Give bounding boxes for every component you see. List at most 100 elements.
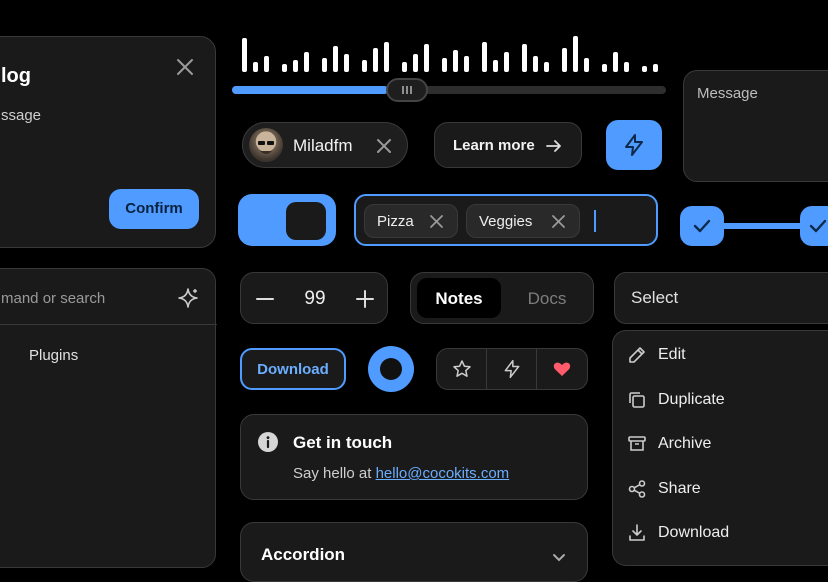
step-checkbox[interactable] (800, 206, 828, 246)
command-search[interactable]: mand or search (0, 269, 217, 325)
email-link[interactable]: hello@cocokits.com (376, 465, 510, 482)
chevron-down-icon (549, 547, 569, 567)
waveform-bar (482, 42, 487, 72)
waveform-bar (533, 56, 538, 72)
check-icon (692, 216, 712, 236)
waveform-bar (653, 64, 658, 72)
text-cursor (594, 210, 596, 232)
waveform-bar (373, 48, 378, 72)
slider-fill (232, 86, 389, 94)
waveform-bar (282, 64, 287, 72)
waveform (236, 30, 666, 80)
info-icon (257, 431, 279, 453)
radio-button[interactable] (368, 346, 414, 392)
stepper-line (720, 223, 810, 229)
waveform-bar (384, 42, 389, 72)
tag-remove-icon[interactable] (551, 214, 566, 229)
menu-item-share[interactable]: Share (613, 469, 828, 509)
number-stepper: 99 (240, 272, 388, 324)
select-field[interactable]: Select (614, 272, 828, 324)
tag-pizza: Pizza (364, 204, 458, 238)
close-icon[interactable] (175, 57, 195, 77)
slider-thumb[interactable] (386, 78, 429, 102)
star-button[interactable] (437, 349, 487, 389)
waveform-bar (322, 58, 327, 72)
learn-more-button[interactable]: Learn more (434, 122, 582, 168)
slider-track[interactable] (232, 78, 666, 102)
heart-icon (552, 359, 572, 379)
tag-remove-icon[interactable] (429, 214, 444, 229)
menu-item-label: Download (658, 524, 730, 541)
tag-label: Pizza (377, 213, 414, 230)
edit-icon (627, 345, 647, 365)
tag-veggies: Veggies (466, 204, 580, 238)
menu-item-edit[interactable]: Edit (613, 335, 828, 375)
plus-icon[interactable] (355, 289, 375, 309)
tab-notes-label: Notes (435, 289, 483, 308)
menu-item-label: Edit (658, 346, 686, 363)
waveform-bar (362, 60, 367, 72)
toggle-switch[interactable] (238, 194, 336, 246)
waveform-bar (304, 52, 309, 72)
duplicate-icon (627, 390, 647, 410)
sparkle-icon[interactable] (177, 287, 199, 309)
heart-button[interactable] (537, 349, 587, 389)
check-icon (808, 216, 828, 236)
command-item-plugins[interactable]: Plugins (29, 347, 78, 364)
message-placeholder: Message (697, 85, 758, 102)
avatar (249, 128, 283, 162)
star-icon (452, 359, 472, 379)
waveform-bar (464, 56, 469, 72)
lightning-icon (622, 133, 646, 157)
tab-docs-label: Docs (527, 289, 567, 308)
accordion-title: Accordion (261, 545, 346, 564)
waveform-bar (333, 46, 338, 72)
download-button[interactable]: Download (240, 348, 346, 390)
waveform-bar (573, 36, 578, 72)
tab-notes[interactable]: Notes (417, 278, 501, 318)
waveform-bar (253, 62, 258, 72)
waveform-bar (504, 52, 509, 72)
waveform-bar (544, 62, 549, 72)
step-checkbox[interactable] (680, 206, 724, 246)
waveform-bar (624, 62, 629, 72)
menu-item-download[interactable]: Download (613, 513, 828, 553)
menu-item-archive[interactable]: Archive (613, 424, 828, 464)
command-placeholder: mand or search (1, 290, 106, 307)
waveform-bar (264, 56, 269, 72)
waveform-bar (293, 60, 298, 72)
user-chip[interactable]: Miladfm (242, 122, 408, 168)
tag-label: Veggies (479, 213, 533, 230)
message-field[interactable]: Message (683, 70, 828, 182)
tag-input[interactable]: Pizza Veggies (354, 194, 658, 246)
toggle-knob (286, 202, 326, 240)
dialog-title: log (1, 65, 31, 87)
share-icon (627, 479, 647, 499)
waveform-bar (562, 48, 567, 72)
learn-more-label: Learn more (453, 137, 535, 154)
remove-icon[interactable] (375, 137, 393, 155)
dropdown-menu: Edit Duplicate Archive Share Download (612, 330, 828, 566)
alert-card: Get in touch Say hello at hello@cocokits… (240, 414, 588, 500)
confirm-button[interactable]: Confirm (109, 189, 199, 229)
waveform-bar (493, 60, 498, 72)
tab-docs[interactable]: Docs (505, 278, 589, 318)
user-chip-name: Miladfm (293, 136, 353, 155)
waveform-bar (424, 44, 429, 72)
menu-item-duplicate[interactable]: Duplicate (613, 380, 828, 420)
lightning-icon (502, 359, 522, 379)
waveform-bar (242, 38, 247, 72)
radio-dot (380, 358, 402, 380)
waveform-bar (642, 66, 647, 72)
waveform-bar (584, 58, 589, 72)
lightning-small-button[interactable] (487, 349, 537, 389)
waveform-bar (522, 44, 527, 72)
waveform-bar (442, 58, 447, 72)
accordion[interactable]: Accordion (240, 522, 588, 582)
alert-title: Get in touch (293, 433, 393, 452)
menu-item-label: Share (658, 479, 701, 497)
segmented-control: Notes Docs (410, 272, 594, 324)
alert-text: Say hello at hello@cocokits.com (293, 465, 509, 482)
lightning-button[interactable] (606, 120, 662, 170)
menu-item-label: Archive (658, 435, 712, 452)
